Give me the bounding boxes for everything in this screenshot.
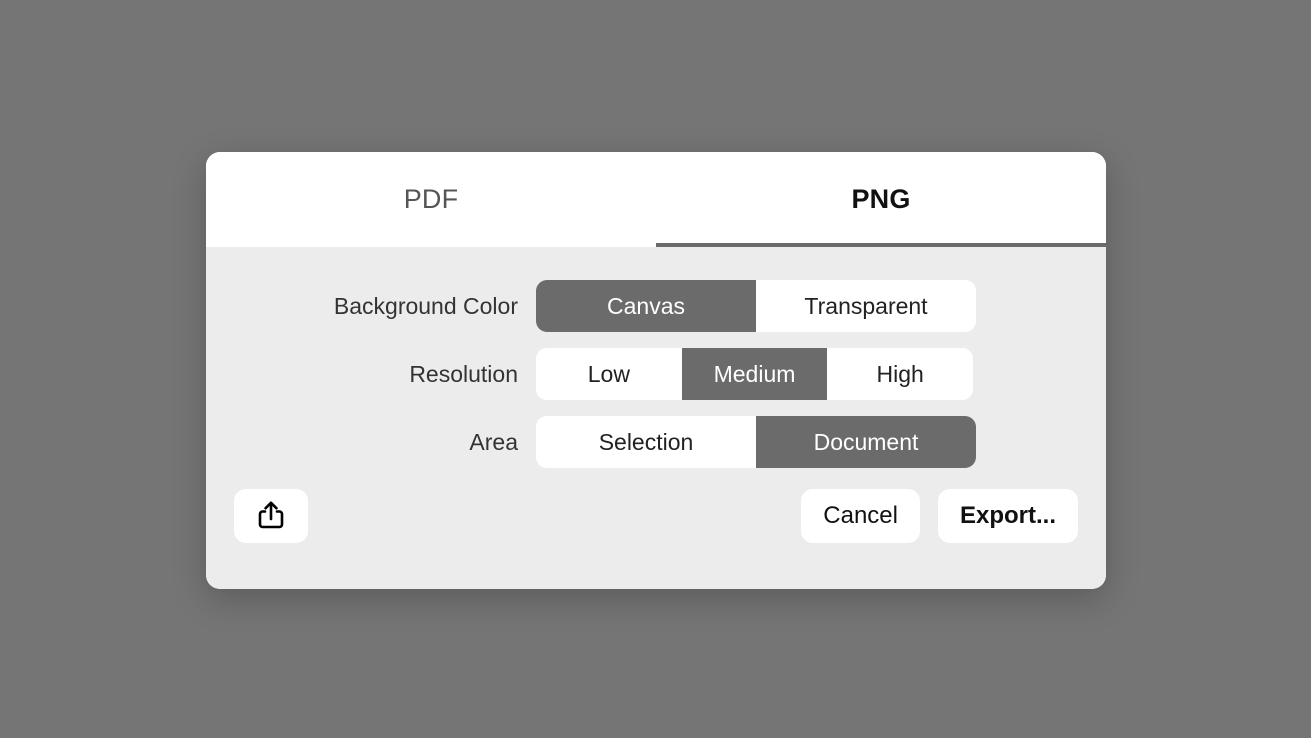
segment-low-label: Low bbox=[587, 360, 630, 387]
format-tab-bar: PDF PNG bbox=[206, 152, 1106, 247]
export-button[interactable]: Export... bbox=[937, 489, 1078, 543]
segment-document[interactable]: Document bbox=[756, 416, 976, 468]
segmented-area: Selection Document bbox=[536, 416, 976, 468]
share-icon bbox=[257, 500, 285, 533]
segment-transparent-label: Transparent bbox=[804, 292, 928, 319]
tab-png[interactable]: PNG bbox=[656, 152, 1106, 247]
label-resolution: Resolution bbox=[409, 360, 518, 387]
segment-medium-label: Medium bbox=[713, 360, 796, 387]
row-resolution: Resolution Low Medium High bbox=[206, 348, 1106, 400]
segment-canvas-label: Canvas bbox=[607, 292, 685, 319]
cancel-button[interactable]: Cancel bbox=[801, 489, 920, 543]
segment-low[interactable]: Low bbox=[536, 348, 682, 400]
dialog-footer: Cancel Export... bbox=[206, 486, 1106, 546]
segment-selection[interactable]: Selection bbox=[536, 416, 756, 468]
segment-medium[interactable]: Medium bbox=[681, 348, 828, 400]
tab-png-label: PNG bbox=[851, 184, 911, 214]
label-area: Area bbox=[469, 428, 518, 455]
segment-selection-label: Selection bbox=[598, 428, 694, 455]
tab-pdf[interactable]: PDF bbox=[206, 152, 656, 247]
segment-high[interactable]: High bbox=[827, 348, 973, 400]
segment-canvas[interactable]: Canvas bbox=[536, 280, 756, 332]
export-dialog: PDF PNG Background Color Canvas Transpar… bbox=[206, 152, 1106, 589]
dialog-body: Background Color Canvas Transparent Reso… bbox=[206, 247, 1106, 589]
segment-transparent[interactable]: Transparent bbox=[756, 280, 976, 332]
share-button[interactable] bbox=[234, 489, 308, 543]
segmented-background-color: Canvas Transparent bbox=[536, 280, 976, 332]
tab-pdf-label: PDF bbox=[403, 184, 459, 214]
segment-high-label: High bbox=[876, 360, 924, 387]
label-background-color: Background Color bbox=[333, 292, 518, 319]
row-background-color: Background Color Canvas Transparent bbox=[206, 280, 1106, 332]
row-area: Area Selection Document bbox=[206, 416, 1106, 468]
segmented-resolution: Low Medium High bbox=[536, 348, 973, 400]
segment-document-label: Document bbox=[813, 428, 919, 455]
